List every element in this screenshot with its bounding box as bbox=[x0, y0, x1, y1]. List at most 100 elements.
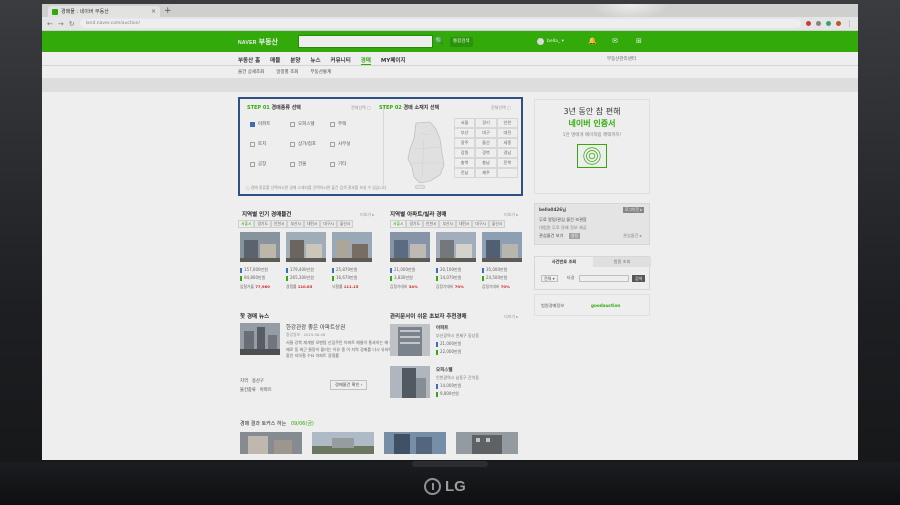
url-field[interactable]: land.naver.com/auction/ bbox=[79, 19, 801, 28]
extension-icon[interactable] bbox=[826, 21, 831, 26]
type-option[interactable]: 건물 bbox=[290, 161, 306, 167]
region-item[interactable]: 광주 bbox=[454, 138, 476, 148]
bottom-photo[interactable] bbox=[456, 432, 518, 454]
sale-photo[interactable] bbox=[390, 324, 430, 356]
submenu-item[interactable]: 일정별 조회 bbox=[276, 69, 298, 75]
new-tab-icon[interactable]: + bbox=[164, 6, 172, 17]
region-chip[interactable]: 인천시 bbox=[270, 220, 288, 228]
logout-button[interactable]: 로그아웃 ▸ bbox=[623, 207, 645, 213]
region-item[interactable]: 제주 bbox=[475, 168, 497, 178]
news-photo[interactable] bbox=[240, 323, 280, 355]
goodauction-logo[interactable]: goodauction bbox=[591, 303, 620, 308]
property-photo[interactable] bbox=[390, 232, 430, 262]
tab-case-number[interactable]: 사건번호 조회 bbox=[535, 257, 593, 267]
region-item[interactable]: 충남 bbox=[475, 158, 497, 168]
region-chip[interactable]: 경기도 bbox=[406, 220, 423, 228]
submenu-item[interactable]: 물건 상세조회 bbox=[238, 69, 264, 75]
menu-item[interactable]: 부동산 홈 bbox=[238, 56, 260, 65]
menu-item[interactable]: 경매 bbox=[360, 56, 371, 65]
interest-more[interactable]: 관심물건 ▸ bbox=[623, 233, 642, 239]
search-input[interactable] bbox=[298, 35, 433, 48]
case-search-button[interactable]: 검색 bbox=[632, 275, 646, 282]
region-chip[interactable]: 경기도 bbox=[254, 220, 271, 228]
property-photo[interactable] bbox=[286, 232, 326, 262]
property-photo[interactable] bbox=[240, 232, 280, 262]
property-photo[interactable] bbox=[436, 232, 476, 262]
bottom-photo[interactable] bbox=[384, 432, 446, 454]
region-item[interactable]: 전남 bbox=[454, 168, 476, 178]
region-item[interactable]: 경북 bbox=[475, 148, 497, 158]
property-photo[interactable] bbox=[482, 232, 522, 262]
region-chip[interactable]: 서울시 bbox=[390, 220, 407, 228]
region-item[interactable]: 울산 bbox=[475, 138, 497, 148]
popular-more-link[interactable]: 더보기 ▸ bbox=[360, 212, 374, 218]
region-item[interactable]: 충북 bbox=[454, 158, 476, 168]
type-option[interactable]: 상가/점포 bbox=[290, 141, 316, 147]
step1-select-all[interactable]: 전체선택 ▢ bbox=[351, 105, 371, 111]
checkbox[interactable] bbox=[330, 161, 335, 167]
checkbox[interactable] bbox=[290, 161, 295, 167]
region-chip[interactable]: 울산시 bbox=[336, 220, 354, 228]
menu-item[interactable]: 분양 bbox=[290, 56, 300, 65]
extension-icon[interactable] bbox=[836, 21, 841, 26]
region-chip[interactable]: 서울시 bbox=[238, 220, 255, 228]
type-option[interactable]: 주택 bbox=[330, 121, 346, 127]
tab-court[interactable]: 법원 조회 bbox=[593, 257, 651, 267]
admin-center-link[interactable]: 부동산관리센터 bbox=[607, 56, 636, 62]
sale-photo[interactable] bbox=[390, 366, 430, 398]
region-item[interactable]: 세종 bbox=[496, 138, 518, 148]
news-detail-button[interactable]: 경매물건 확인 › bbox=[330, 380, 368, 390]
region-item[interactable]: 경기 bbox=[475, 118, 497, 128]
region-chip[interactable]: 대전시 bbox=[303, 220, 321, 228]
type-option[interactable]: 공장 bbox=[250, 161, 266, 167]
checkbox[interactable] bbox=[330, 121, 335, 127]
search-button[interactable]: 🔍 bbox=[433, 35, 446, 48]
region-item[interactable]: 서울 bbox=[454, 118, 476, 128]
region-chip[interactable]: 대구시 bbox=[472, 220, 489, 228]
court-select[interactable]: 전체 ▾ bbox=[541, 275, 558, 282]
extension-icon[interactable] bbox=[816, 21, 821, 26]
back-icon[interactable]: ← bbox=[47, 20, 53, 28]
browser-tab[interactable]: 경매물 : 네이버 부동산 × bbox=[48, 6, 160, 17]
submenu-item[interactable]: 부동산통계 bbox=[310, 69, 331, 75]
mail-icon[interactable]: ✉ bbox=[612, 37, 618, 45]
type-option[interactable]: 토지 bbox=[250, 141, 266, 147]
menu-item[interactable]: 커뮤니티 bbox=[331, 56, 351, 65]
news-headline[interactable]: 한강관광 좋은 아파트상권 bbox=[286, 323, 345, 331]
region-chip[interactable]: 울산시 bbox=[488, 220, 506, 228]
sale-more-link[interactable]: 더보기 ▸ bbox=[504, 314, 518, 320]
type-option[interactable]: 오피스텔 bbox=[290, 121, 315, 127]
menu-item[interactable]: 매물 bbox=[270, 56, 280, 65]
certificate-ad-banner[interactable]: 3년 동안 참 편해 네이버 인증서 1만 명에게 페이적립 혜택까지! bbox=[534, 99, 650, 194]
region-item[interactable]: 인천 bbox=[496, 118, 518, 128]
region-item[interactable]: 경남 bbox=[496, 148, 518, 158]
forward-icon[interactable]: → bbox=[58, 20, 64, 28]
type-option[interactable]: 사무실 bbox=[330, 141, 350, 147]
region-chip[interactable]: 대전시 bbox=[455, 220, 473, 228]
user-menu[interactable]: bella_ ▾ bbox=[537, 38, 564, 45]
sale-item-name[interactable]: 아파트 bbox=[436, 325, 448, 331]
type-option[interactable]: 기타 bbox=[330, 161, 346, 167]
site-logo[interactable]: NAVER 부동산 bbox=[238, 37, 278, 47]
region-item[interactable]: 대구 bbox=[475, 128, 497, 138]
korea-map-icon[interactable] bbox=[400, 119, 452, 189]
region-item[interactable]: 강원 bbox=[454, 148, 476, 158]
integrated-search-button[interactable]: 통합검색 bbox=[450, 37, 473, 47]
region-chip[interactable]: 인천시 bbox=[422, 220, 440, 228]
checkbox[interactable] bbox=[290, 141, 295, 147]
case-number-input[interactable] bbox=[579, 275, 629, 282]
extension-icon[interactable] bbox=[806, 21, 811, 26]
menu-item[interactable]: 뉴스 bbox=[310, 56, 320, 65]
checkbox[interactable] bbox=[250, 141, 255, 147]
property-photo[interactable] bbox=[332, 232, 372, 262]
checkbox[interactable] bbox=[330, 141, 335, 147]
checkbox[interactable] bbox=[290, 121, 295, 127]
apt-more-link[interactable]: 더보기 ▸ bbox=[504, 212, 518, 218]
settings-button[interactable]: 설정 bbox=[569, 233, 580, 239]
bottom-photo[interactable] bbox=[312, 432, 374, 454]
region-item[interactable]: 전북 bbox=[496, 158, 518, 168]
bottom-photo[interactable] bbox=[240, 432, 302, 454]
region-chip[interactable]: 부산시 bbox=[439, 220, 456, 228]
region-chip[interactable]: 대구시 bbox=[320, 220, 337, 228]
type-option[interactable]: 아파트 bbox=[250, 121, 270, 127]
